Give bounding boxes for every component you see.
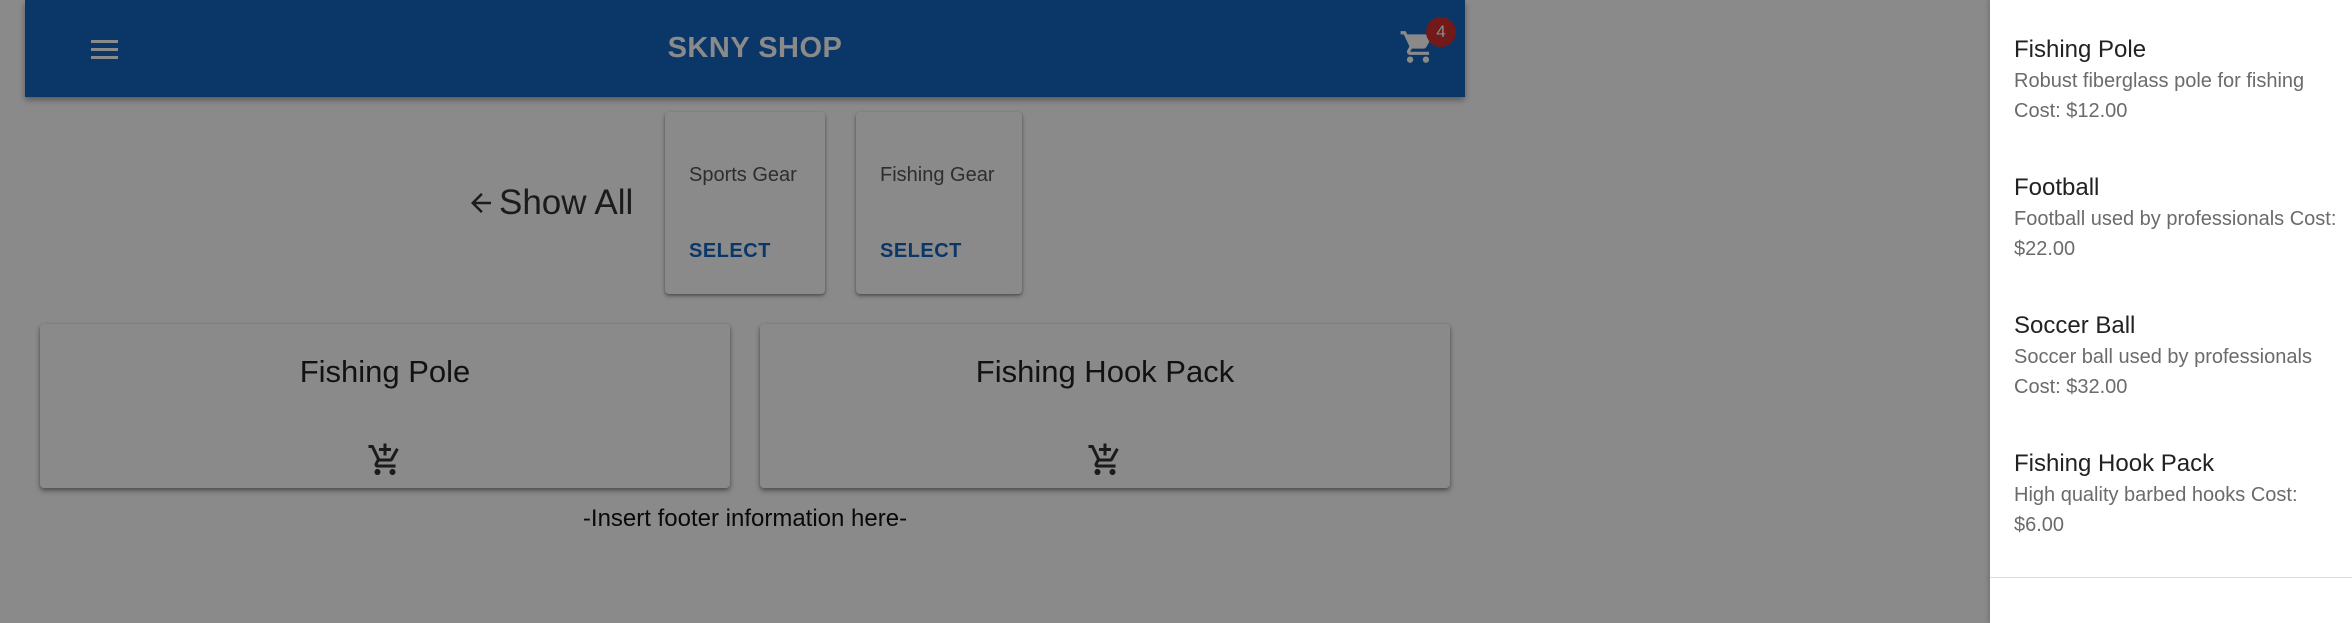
- drawer-item-fishing-pole[interactable]: Fishing Pole Robust fiberglass pole for …: [2014, 34, 2344, 126]
- drawer-item-football[interactable]: Football Football used by professionals …: [2014, 172, 2344, 264]
- drawer-item-title: Fishing Hook Pack: [2014, 450, 2215, 477]
- drawer-item-soccer-ball[interactable]: Soccer Ball Soccer ball used by professi…: [2014, 310, 2344, 402]
- drawer-item-title: Soccer Ball: [2014, 312, 2136, 339]
- drawer-item-title: Football: [2014, 174, 2100, 201]
- drawer-item-description: Robust fiberglass pole for fishing Cost:…: [2014, 70, 2305, 122]
- drawer-divider: [1990, 577, 2352, 578]
- drawer-item-description: Soccer ball used by professionals Cost: …: [2014, 346, 2312, 398]
- drawer-item-description: Football used by professionals Cost: $22…: [2014, 208, 2337, 260]
- drawer-item-description: High quality barbed hooks Cost: $6.00: [2014, 484, 2298, 536]
- modal-backdrop[interactable]: [0, 0, 1990, 623]
- drawer-item-title: Fishing Pole: [2014, 36, 2147, 63]
- drawer-item-fishing-hook-pack[interactable]: Fishing Hook Pack High quality barbed ho…: [2014, 448, 2344, 540]
- cart-drawer: Fishing Pole Robust fiberglass pole for …: [1990, 0, 2352, 623]
